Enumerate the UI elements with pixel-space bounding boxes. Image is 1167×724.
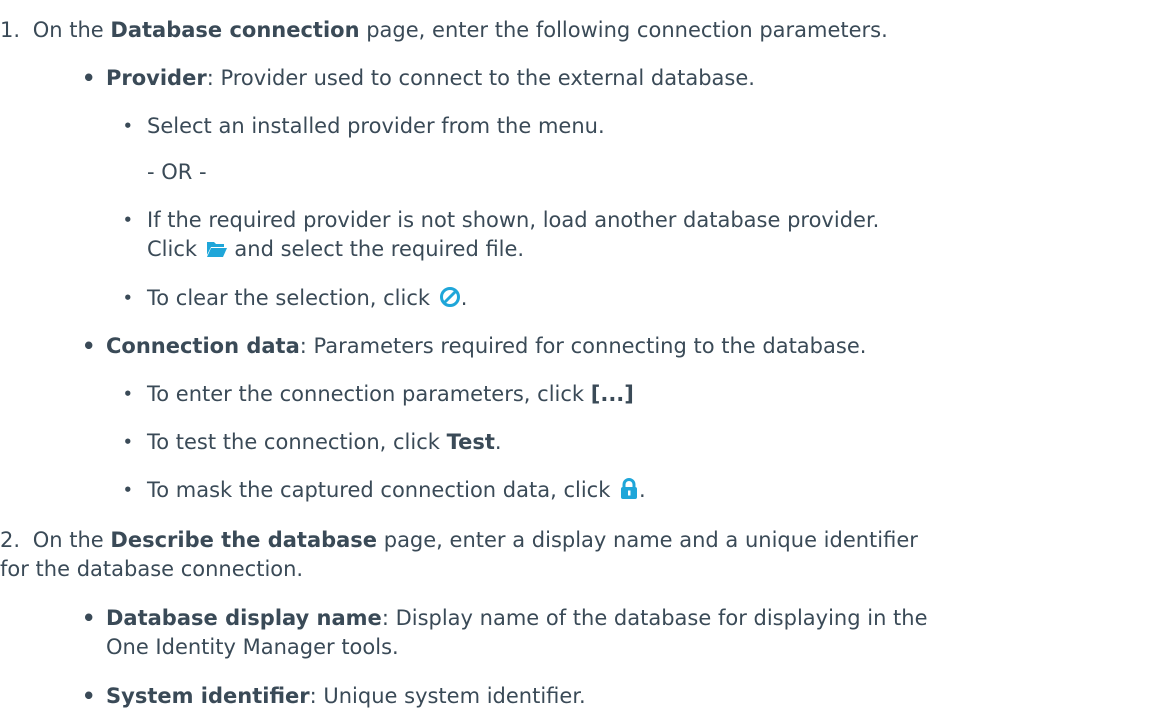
step-number: 2. xyxy=(0,528,21,552)
step-text-pre: On the xyxy=(32,528,111,552)
folder-open-icon xyxy=(206,238,228,267)
item-desc: : Provider used to connect to the extern… xyxy=(206,66,755,90)
step-text-bold: Describe the database xyxy=(110,528,378,552)
bullet-dot: • xyxy=(123,289,133,307)
item-desc: : Unique system identifier. xyxy=(309,684,586,708)
sub-item-text: . xyxy=(494,430,502,454)
sub-item-bold: [...] xyxy=(590,382,634,406)
step-text-pre: On the xyxy=(32,18,111,42)
bullet-dot: • xyxy=(82,606,96,630)
item-desc: : Parameters required for connecting to … xyxy=(299,334,867,358)
bullet-connection-data: • Connection data: Parameters required f… xyxy=(82,332,867,361)
sub-item-text: and select the required file. xyxy=(227,237,525,261)
bullet-provider: • Provider: Provider used to connect to … xyxy=(82,64,755,93)
step-number: 1. xyxy=(0,18,21,42)
step-text-post: page, enter the following connection par… xyxy=(359,18,888,42)
bullet-dot: • xyxy=(123,117,133,135)
bullet-dot: • xyxy=(82,684,96,708)
bullet-system-identifier: • System identifier: Unique system ident… xyxy=(82,682,586,711)
bullet-display-name-cont: One Identity Manager tools. xyxy=(106,633,399,662)
sub-item-text: To enter the connection parameters, clic… xyxy=(147,382,591,406)
step-text-bold: Database connection xyxy=(110,18,360,42)
item-label: Provider xyxy=(106,66,207,90)
sub-item: • Select an installed provider from the … xyxy=(123,112,605,141)
sub-item: • To mask the captured connection data, … xyxy=(123,476,646,508)
bullet-dot: • xyxy=(82,66,96,90)
sub-item-text: To clear the selection, click xyxy=(147,286,437,310)
sub-item-text: . xyxy=(460,286,468,310)
item-label: System identifier xyxy=(106,684,310,708)
sub-item-text: If the required provider is not shown, l… xyxy=(147,208,880,232)
sub-item-text: . xyxy=(639,478,646,502)
bullet-display-name: • Database display name: Display name of… xyxy=(82,604,928,633)
sub-item: • To clear the selection, click . xyxy=(123,284,468,316)
sub-item: • To enter the connection parameters, cl… xyxy=(123,380,634,409)
item-label: Database display name xyxy=(106,606,382,630)
sub-item-cont: Click and select the required file. xyxy=(147,235,524,267)
sub-item-text: Click xyxy=(147,237,204,261)
or-separator: - OR - xyxy=(147,158,207,187)
sub-item: • If the required provider is not shown,… xyxy=(123,206,880,235)
clear-circle-icon xyxy=(439,286,461,316)
bullet-dot: • xyxy=(82,334,96,358)
item-desc: : Display name of the database for displ… xyxy=(381,606,928,630)
step-2-line: 2. On the Describe the database page, en… xyxy=(0,526,918,555)
item-label: Connection data xyxy=(106,334,300,358)
step-1-line: 1. On the Database connection page, ente… xyxy=(0,16,888,45)
step-text-cont: for the database connection. xyxy=(0,557,304,581)
sub-item-bold: Test xyxy=(446,430,495,454)
lock-icon xyxy=(619,478,639,508)
sub-item-text: To test the connection, click xyxy=(147,430,447,454)
or-text: - OR - xyxy=(147,160,207,184)
item-desc-cont: One Identity Manager tools. xyxy=(106,635,399,659)
sub-item: • To test the connection, click Test. xyxy=(123,428,502,457)
bullet-dot: • xyxy=(123,481,133,499)
sub-item-text: Select an installed provider from the me… xyxy=(147,114,605,138)
bullet-dot: • xyxy=(123,211,133,229)
step-text-post: page, enter a display name and a unique … xyxy=(377,528,918,552)
bullet-dot: • xyxy=(123,385,133,403)
step-2-line-2: for the database connection. xyxy=(0,555,303,584)
sub-item-text: To mask the captured connection data, cl… xyxy=(147,478,618,502)
bullet-dot: • xyxy=(123,433,133,451)
